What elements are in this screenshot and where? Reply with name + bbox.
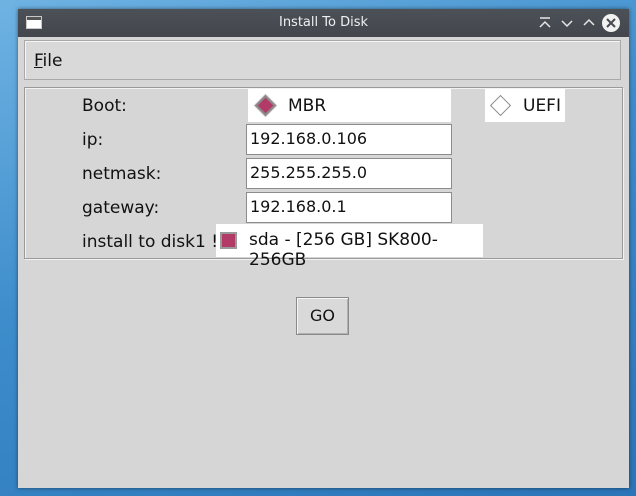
disk-checkbox[interactable]: sda - [256 GB] SK800-256GB	[216, 224, 483, 270]
ip-field[interactable]: 192.168.0.106	[246, 124, 452, 155]
menubar: File	[24, 40, 621, 80]
radio-mbr-label: MBR	[288, 96, 327, 116]
menu-file-mnemonic: F	[34, 51, 43, 71]
maximize-icon[interactable]	[580, 14, 598, 32]
radio-selected-icon	[254, 94, 277, 117]
ip-label: ip:	[82, 130, 104, 150]
radio-uefi[interactable]: UEFI	[485, 89, 565, 122]
disk-option-label: sda - [256 GB] SK800-256GB	[249, 230, 438, 270]
boot-label: Boot:	[82, 96, 127, 116]
radio-unselected-icon	[489, 94, 512, 117]
install-to-disk-window: Install To Disk File Boot: MBR UEFI ip: …	[18, 9, 629, 488]
gateway-label: gateway:	[82, 198, 160, 218]
radio-uefi-label: UEFI	[523, 96, 561, 116]
gateway-field[interactable]: 192.168.0.1	[246, 192, 452, 223]
menu-file-label: ile	[42, 51, 63, 71]
go-button[interactable]: GO	[296, 297, 349, 335]
keep-above-icon[interactable]	[536, 14, 554, 32]
netmask-label: netmask:	[82, 164, 162, 184]
radio-mbr[interactable]: MBR	[248, 89, 451, 122]
netmask-field[interactable]: 255.255.255.0	[246, 158, 452, 189]
checkbox-checked-icon	[220, 232, 237, 249]
disk-label: install to disk1 !	[82, 232, 219, 252]
close-icon[interactable]	[602, 14, 620, 32]
minimize-icon[interactable]	[558, 14, 576, 32]
menu-file[interactable]: File	[34, 51, 62, 71]
titlebar[interactable]: Install To Disk	[18, 9, 629, 37]
